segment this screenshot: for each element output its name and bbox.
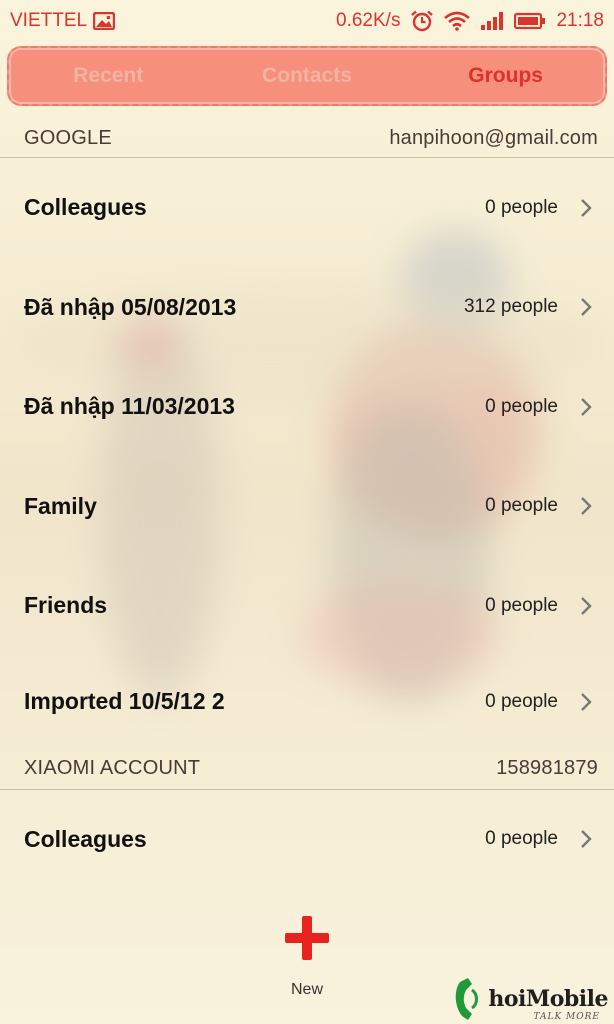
group-row-xiaomi-colleagues[interactable]: Colleagues 0 people <box>0 790 614 890</box>
group-name: Colleagues <box>24 825 147 852</box>
wifi-icon <box>444 11 471 31</box>
group-count: 0 people <box>485 495 558 517</box>
section-header-google: GOOGLE hanpihoon@gmail.com <box>0 120 614 158</box>
new-group-button[interactable]: New <box>283 914 331 999</box>
section-account: hanpihoon@gmail.com <box>389 127 598 149</box>
carrier-group: VIETTEL <box>10 10 116 32</box>
chevron-right-icon <box>570 692 592 712</box>
group-count: 312 people <box>463 296 558 318</box>
chevron-right-icon <box>570 397 592 417</box>
section-header-xiaomi: XIAOMI ACCOUNT 158981879 <box>0 748 614 790</box>
chevron-right-icon <box>570 829 592 849</box>
tab-contacts[interactable]: Contacts <box>209 64 406 88</box>
alarm-icon <box>410 10 434 32</box>
group-row-imported-2013-08[interactable]: Đã nhập 05/08/2013 312 people <box>0 258 614 358</box>
group-row-colleagues[interactable]: Colleagues 0 people <box>0 158 614 258</box>
gallery-icon <box>93 12 116 30</box>
group-row-imported-2013-03[interactable]: Đã nhập 11/03/2013 0 people <box>0 357 614 457</box>
tab-bar-wrapper: Recent Contacts Groups <box>0 42 614 106</box>
tab-bar: Recent Contacts Groups <box>7 46 607 106</box>
group-row-friends[interactable]: Friends 0 people <box>0 556 614 656</box>
clock: 21:18 <box>556 10 604 31</box>
group-count: 0 people <box>485 395 558 417</box>
carrier-name: VIETTEL <box>10 10 88 31</box>
group-count: 0 people <box>485 690 558 712</box>
contacts-groups-screen: VIETTEL 0.62K/s 21:18 Recent Contacts Gr… <box>0 0 614 1024</box>
network-speed: 0.62K/s <box>336 10 401 31</box>
chevron-right-icon <box>570 596 592 616</box>
group-name: Đã nhập 05/08/2013 <box>24 293 237 320</box>
chevron-right-icon <box>570 297 592 317</box>
phone-logo-icon <box>456 978 479 1020</box>
chevron-right-icon <box>570 198 592 218</box>
plus-icon <box>283 914 331 967</box>
group-count: 0 people <box>485 828 558 850</box>
status-bar: VIETTEL 0.62K/s 21:18 <box>0 0 614 42</box>
signal-icon <box>480 11 504 31</box>
group-count: 0 people <box>485 594 558 616</box>
group-name: Family <box>24 492 97 519</box>
group-row-family[interactable]: Family 0 people <box>0 457 614 557</box>
group-name: Đã nhập 11/03/2013 <box>24 393 235 420</box>
bottom-bar: New hoiMobile TALK MORE <box>0 900 614 1024</box>
status-right: 0.62K/s 21:18 <box>336 10 604 32</box>
chevron-right-icon <box>570 496 592 516</box>
group-count: 0 people <box>485 196 558 218</box>
group-name: Friends <box>24 592 108 619</box>
tab-recent[interactable]: Recent <box>10 64 207 88</box>
section-account: 158981879 <box>496 756 598 779</box>
group-row-imported-2012[interactable]: Imported 10/5/12 2 0 people <box>0 656 614 748</box>
section-title: XIAOMI ACCOUNT <box>24 756 201 779</box>
watermark-tagline: TALK MORE <box>533 1012 600 1022</box>
tab-groups[interactable]: Groups <box>407 64 604 88</box>
group-name: Imported 10/5/12 2 <box>24 688 225 714</box>
watermark-text: hoiMobile <box>488 986 608 1012</box>
battery-icon <box>514 12 546 30</box>
section-title: GOOGLE <box>24 127 112 149</box>
group-name: Colleagues <box>24 194 147 221</box>
new-button-label: New <box>290 981 323 998</box>
